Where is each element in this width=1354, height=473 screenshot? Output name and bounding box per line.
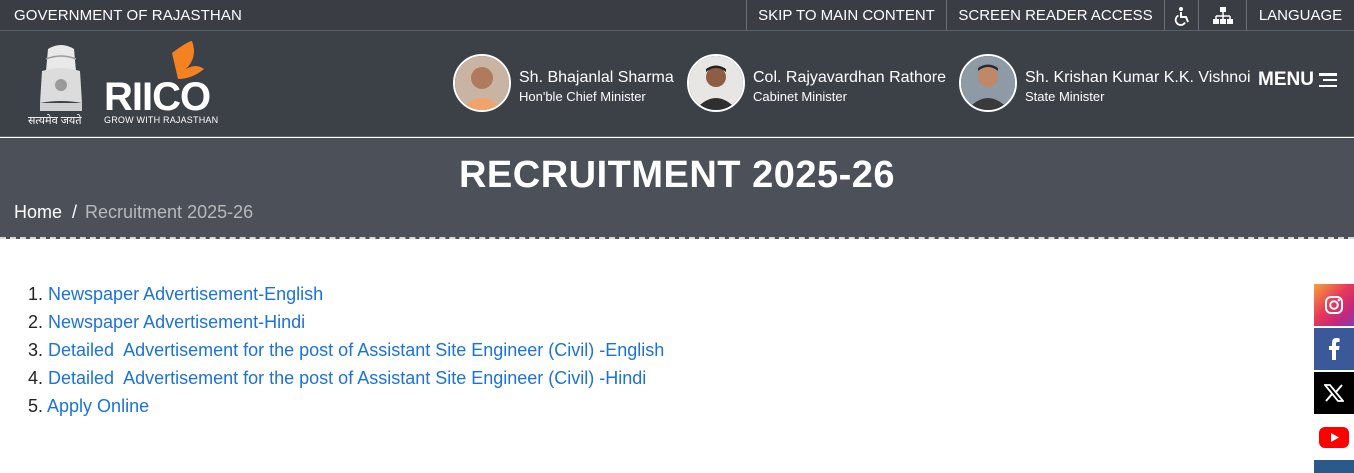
language-selector[interactable]: LANGUAGE <box>1246 0 1354 31</box>
list-item-number: 2. <box>28 312 44 332</box>
minister-photo <box>453 54 511 112</box>
x-icon[interactable] <box>1314 372 1354 414</box>
skip-to-main-content-link[interactable]: SKIP TO MAIN CONTENT <box>746 0 946 31</box>
menu-label: MENU <box>1258 69 1314 90</box>
document-link[interactable]: Detailed Advertisement for the post of A… <box>48 340 664 360</box>
list-item-number: 1. <box>28 284 44 304</box>
apply-online-link[interactable]: Apply Online <box>47 396 149 416</box>
breadcrumb-home-link[interactable]: Home <box>14 202 62 222</box>
list-item: 1. Newspaper Advertisement-English <box>28 280 664 308</box>
list-item: 3. Detailed Advertisement for the post o… <box>28 336 664 364</box>
list-item-number: 3. <box>28 340 44 360</box>
site-header: सत्यमेव जयते RIICO GROW WITH RAJASTHAN S… <box>0 31 1354 137</box>
facebook-icon[interactable] <box>1314 328 1354 370</box>
breadcrumb-separator: / <box>72 202 78 222</box>
list-item-number: 4. <box>28 368 44 388</box>
page-banner: RECRUITMENT 2025-26 Home / Recruitment 202… <box>0 138 1354 239</box>
breadcrumb: Home / Recruitment 2025-26 <box>14 202 253 223</box>
accessibility-icon[interactable] <box>1164 0 1198 31</box>
list-item: 5. Apply Online <box>28 392 664 420</box>
minister-name: Sh. Bhajanlal Sharma <box>519 69 674 86</box>
recruitment-document-list: 1. Newspaper Advertisement-English 2. Ne… <box>28 280 664 420</box>
page-title: RECRUITMENT 2025-26 <box>458 154 896 196</box>
hamburger-icon <box>1318 73 1337 87</box>
screen-reader-access-link[interactable]: SCREEN READER ACCESS <box>946 0 1164 31</box>
minister-role: Cabinet Minister <box>753 89 847 104</box>
instagram-icon[interactable] <box>1314 284 1354 326</box>
minister-role: Hon'ble Chief Minister <box>519 89 646 104</box>
document-link[interactable]: Newspaper Advertisement-Hindi <box>48 312 305 332</box>
list-item: 4. Detailed Advertisement for the post o… <box>28 364 664 392</box>
minister-role: State Minister <box>1025 89 1105 104</box>
emblem-motto: सत्यमेव जयते <box>28 115 82 127</box>
breadcrumb-current: Recruitment 2025-26 <box>85 202 254 222</box>
minister-photo <box>959 54 1017 112</box>
logo-wordmark: RIICO <box>104 75 211 119</box>
sitemap-icon[interactable] <box>1198 0 1246 31</box>
social-more-icon[interactable] <box>1314 460 1354 473</box>
minister-name: Col. Rajyavardhan Rathore <box>753 69 946 86</box>
list-item-number: 5. <box>28 396 44 416</box>
youtube-icon[interactable] <box>1314 416 1354 458</box>
list-item: 2. Newspaper Advertisement-Hindi <box>28 308 664 336</box>
logo-tagline: GROW WITH RAJASTHAN <box>104 115 219 125</box>
document-link[interactable]: Newspaper Advertisement-English <box>48 284 323 304</box>
top-utility-bar: GOVERNMENT OF RAJASTHAN SKIP TO MAIN CON… <box>0 0 1354 31</box>
minister-photo <box>687 54 745 112</box>
menu-button[interactable]: MENU <box>1258 69 1337 91</box>
government-label: GOVERNMENT OF RAJASTHAN <box>14 7 242 24</box>
document-link[interactable]: Detailed Advertisement for the post of A… <box>48 368 646 388</box>
minister-name: Sh. Krishan Kumar K.K. Vishnoi <box>1025 69 1251 86</box>
